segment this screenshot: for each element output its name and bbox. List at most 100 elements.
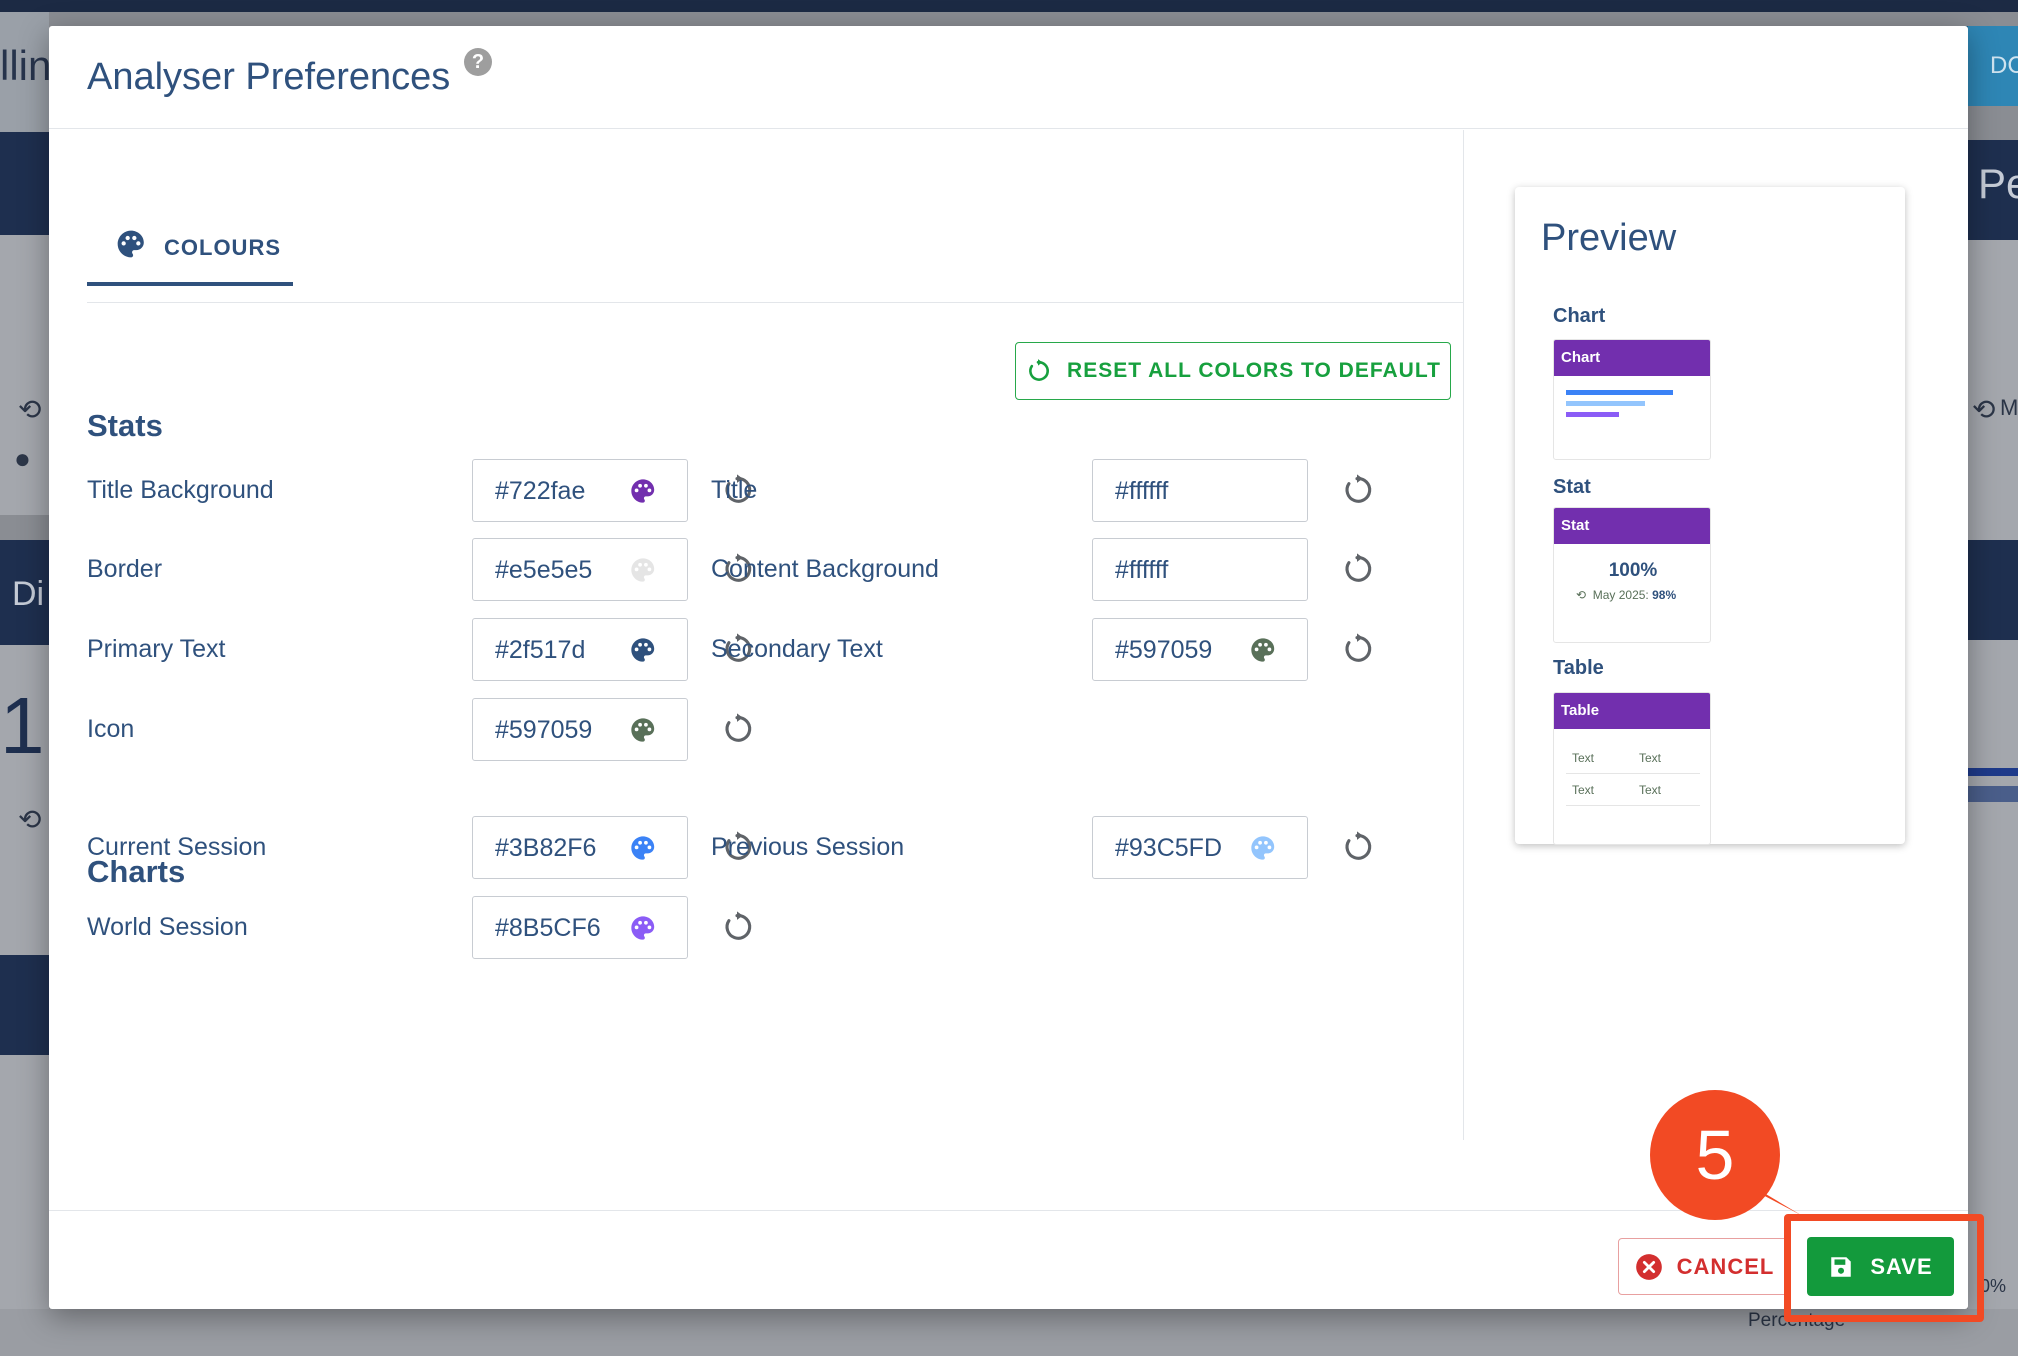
reset-secondary-text-icon[interactable] <box>1340 632 1374 666</box>
globe-icon: ● <box>14 443 31 474</box>
reset-icon-icon[interactable] <box>720 712 754 746</box>
preview-bar-previous <box>1566 401 1645 406</box>
world-session-label: World Session <box>87 913 248 941</box>
bg-text: Pe <box>1978 160 2018 207</box>
reset-title-icon[interactable] <box>1340 473 1374 507</box>
preview-table-cell: Text <box>1639 751 1662 765</box>
preview-chart-header: Chart <box>1554 340 1710 376</box>
tab-colours[interactable]: COLOURS <box>87 190 293 286</box>
preview-stat-card: Stat 100% ⟲ May 2025: 98% <box>1553 507 1711 643</box>
callout-step-badge: 5 <box>1650 1090 1780 1220</box>
preview-chart-label: Chart <box>1553 305 1606 327</box>
preview-chart-card: Chart <box>1553 339 1711 460</box>
content-background-label: Content Background <box>711 555 939 583</box>
palette-icon <box>117 230 144 258</box>
title-label: Title <box>711 476 758 504</box>
icon-label: Icon <box>87 715 135 743</box>
callout-highlight-frame <box>1784 1214 1984 1322</box>
stats-section-title: Stats <box>87 408 163 443</box>
preview-table-cell: Text <box>1572 783 1595 797</box>
color-value: #8B5CF6 <box>495 914 601 942</box>
reset-previous-session-icon[interactable] <box>1340 830 1374 864</box>
preview-table-cell: Text <box>1639 783 1662 797</box>
previous-session-color-input[interactable]: #93C5FD <box>1092 816 1308 879</box>
bg-panel <box>0 132 49 235</box>
tab-divider <box>87 302 1464 303</box>
preview-table-divider <box>1566 773 1700 774</box>
preview-stat-header: Stat <box>1554 508 1710 544</box>
reset-all-label: RESET ALL COLORS TO DEFAULT <box>1067 359 1441 382</box>
preview-stat-sub-value: 98% <box>1652 588 1677 602</box>
bg-bottom <box>0 1309 2018 1356</box>
world-session-color-input[interactable]: #8B5CF6 <box>472 896 688 959</box>
title-background-label: Title Background <box>87 476 274 504</box>
preview-stat-sub: ⟲ May 2025: 98% <box>1576 588 1676 602</box>
preview-table-label: Table <box>1553 657 1604 679</box>
cancel-circle-icon <box>1635 1253 1662 1280</box>
color-value: #722fae <box>495 477 586 505</box>
dialog-title: Analyser Preferences <box>87 56 451 98</box>
preview-stat-label: Stat <box>1553 476 1591 498</box>
previous-session-label: Previous Session <box>711 833 905 861</box>
secondary-text-label: Secondary Text <box>711 635 883 663</box>
color-value: #2f517d <box>495 636 586 664</box>
preview-stat-sub-label: May 2025: <box>1592 588 1649 602</box>
reset-world-session-icon[interactable] <box>720 910 754 944</box>
bg-panel <box>1968 240 2018 540</box>
preview-table-card: Table Text Text Text Text <box>1553 692 1711 845</box>
color-value: #ffffff <box>1115 477 1169 505</box>
cancel-button[interactable]: CANCEL <box>1618 1238 1791 1295</box>
cancel-label: CANCEL <box>1676 1253 1775 1279</box>
preview-stat-value: 100% <box>1608 560 1658 581</box>
color-value: #3B82F6 <box>495 834 597 862</box>
border-color-input[interactable]: #e5e5e5 <box>472 538 688 601</box>
preview-card: Preview Chart Chart Stat Stat 100% ⟲ May… <box>1515 187 1905 845</box>
reset-content-background-icon[interactable] <box>1340 552 1374 586</box>
title-color-input[interactable]: #ffffff <box>1092 459 1308 522</box>
preview-table-header: Table <box>1554 693 1710 729</box>
palette-icon[interactable] <box>629 834 657 862</box>
color-value: #ffffff <box>1115 556 1169 584</box>
preview-title: Preview <box>1541 217 1677 259</box>
history-icon: ⟲ <box>18 804 42 835</box>
palette-icon[interactable] <box>629 556 657 584</box>
primary-text-color-input[interactable]: #2f517d <box>472 618 688 681</box>
current-session-color-input[interactable]: #3B82F6 <box>472 816 688 879</box>
bg-panel <box>1968 540 2018 640</box>
bg-text: DC <box>1990 52 2018 79</box>
bg-bar <box>1968 768 2018 776</box>
bg-text: 1 <box>0 681 45 770</box>
question-circle-icon[interactable]: ? <box>464 48 492 76</box>
current-session-label: Current Session <box>87 833 267 861</box>
palette-icon[interactable] <box>629 914 657 942</box>
preview-table-cell: Text <box>1572 751 1595 765</box>
preferences-panel: COLOURS RESET ALL COLORS TO DEFAULT Stat… <box>49 130 1464 1140</box>
bg-bar <box>1968 786 2018 802</box>
bg-text: M <box>2000 395 2018 420</box>
bg-panel <box>0 955 49 1055</box>
refresh-icon <box>1029 359 1050 381</box>
reset-all-colors-button[interactable]: RESET ALL COLORS TO DEFAULT <box>1015 342 1451 400</box>
tab-label: COLOURS <box>164 235 281 260</box>
color-value: #93C5FD <box>1115 834 1222 862</box>
content-background-color-input[interactable]: #ffffff <box>1092 538 1308 601</box>
secondary-text-color-input[interactable]: #597059 <box>1092 618 1308 681</box>
color-value: #597059 <box>1115 636 1213 664</box>
palette-icon[interactable] <box>629 477 657 505</box>
preview-table-divider <box>1566 805 1700 806</box>
icon-color-input[interactable]: #597059 <box>472 698 688 761</box>
color-value: #597059 <box>495 716 593 744</box>
title-background-color-input[interactable]: #722fae <box>472 459 688 522</box>
history-icon: ⟲ <box>1972 394 1996 425</box>
dialog-header: Analyser Preferences ? <box>49 26 1968 129</box>
bg-text: Di <box>12 575 45 613</box>
preview-bar-current <box>1566 390 1673 395</box>
color-value: #e5e5e5 <box>495 556 593 584</box>
history-icon: ⟲ <box>18 394 42 425</box>
border-label: Border <box>87 555 163 583</box>
palette-icon[interactable] <box>1249 834 1277 862</box>
palette-icon[interactable] <box>629 636 657 664</box>
preview-bar-world <box>1566 412 1619 417</box>
palette-icon[interactable] <box>1249 636 1277 664</box>
palette-icon[interactable] <box>629 716 657 744</box>
